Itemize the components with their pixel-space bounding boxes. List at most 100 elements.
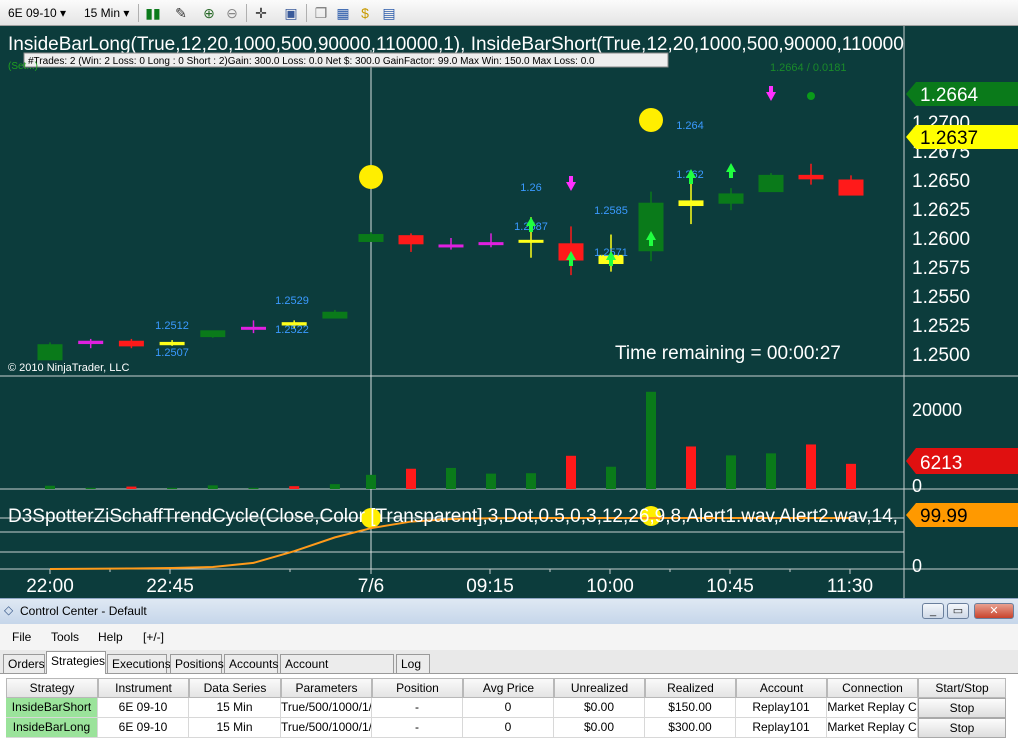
column-header-instrument[interactable]: Instrument [98, 678, 189, 698]
price-badge-last: 1.2637 [920, 128, 978, 149]
tab-executions[interactable]: Executions [107, 654, 171, 673]
volume-bar [606, 466, 616, 489]
time-tick-label: 7/6 [358, 576, 384, 597]
candle-body [118, 340, 144, 347]
menu-help[interactable]: Help [98, 630, 123, 644]
stop-button[interactable]: Stop [918, 698, 1006, 718]
column-header-parameters[interactable]: Parameters [281, 678, 372, 698]
table-cell: - [372, 718, 463, 738]
candle-body [478, 242, 504, 246]
volume-bar [248, 487, 259, 489]
price-tick-label: 1.2525 [912, 316, 970, 337]
strategies-icon[interactable]: $ [356, 4, 374, 22]
strategy-title: InsideBarLong(True,12,20,1000,500,90000,… [8, 34, 904, 55]
templates-icon[interactable]: ❐ [312, 4, 330, 22]
tab-log[interactable]: Log [396, 654, 430, 673]
bar-price-label: 1.2512 [155, 320, 189, 332]
time-tick-label: 22:00 [26, 576, 74, 597]
properties-icon[interactable]: ▣ [282, 4, 300, 22]
bar-price-label: 1.2507 [155, 347, 189, 359]
table-cell: $0.00 [554, 698, 645, 718]
price-chart[interactable]: 1.2700 1.2675 1.2650 1.2625 1.2600 1.2575 1.25… [0, 26, 1018, 598]
crosshair-readout: 1.2664 / 0.0181 [770, 62, 846, 74]
volume-bar [846, 463, 856, 489]
chart-canvas[interactable]: 1.27001.26751.26501.26251.26001.25751.25… [0, 26, 1018, 598]
tab-accounts[interactable]: Accounts [224, 654, 278, 673]
crosshair-icon[interactable]: ✛ [252, 4, 270, 22]
volume-bar [85, 487, 96, 489]
column-header-account[interactable]: Account [736, 678, 827, 698]
close-button[interactable]: ✕ [974, 603, 1014, 619]
time-tick-label: 09:15 [466, 576, 514, 597]
tab-account-performance[interactable]: Account Performance [280, 654, 394, 689]
bar-price-label: 1.2522 [275, 324, 309, 336]
stop-button[interactable]: Stop [918, 718, 1006, 738]
stats-text: #Trades: 2 (Win: 2 Loss: 0 Long : 0 Shor… [28, 56, 595, 67]
minimize-button[interactable]: _ [922, 603, 944, 619]
table-cell: - [372, 698, 463, 718]
price-tick-label: 1.2600 [912, 229, 970, 250]
volume-bar [366, 474, 376, 489]
price-tick-label: 1.2500 [912, 345, 970, 366]
candle-body [200, 330, 226, 338]
volume-bar [766, 453, 776, 489]
table-cell: 6E 09-10 [98, 718, 189, 738]
chart-toolbar: 6E 09-10 ▾ 15 Min ▾ ▮▮ ✎ ⊕ ⊖ ✛ ▣ ❐ ▦ $ ▤ [0, 0, 1018, 26]
tab-bar: Orders Strategies Executions Positions A… [0, 650, 1018, 689]
indicator-tick-label: 0 [912, 556, 922, 576]
volume-bar [806, 444, 816, 489]
down-arrow-icon [766, 86, 776, 101]
candle-body [758, 174, 784, 193]
volume-tick-label: 0 [912, 476, 922, 496]
price-tick-label: 1.2550 [912, 287, 970, 308]
volume-bar [566, 455, 576, 489]
table-cell: True/500/1000/1/ [281, 698, 372, 718]
candle-body [718, 193, 744, 204]
bar-type-icon[interactable]: ▮▮ [144, 4, 162, 22]
data-box-icon[interactable]: ▤ [380, 4, 398, 22]
column-header-unrealized[interactable]: Unrealized [554, 678, 645, 698]
column-header-data-series[interactable]: Data Series [189, 678, 281, 698]
tab-positions[interactable]: Positions [170, 654, 224, 673]
zoom-in-icon[interactable]: ⊕ [200, 4, 218, 22]
time-remaining-text: Time remaining = 00:00:27 [615, 343, 841, 364]
menu-tools[interactable]: Tools [51, 630, 79, 644]
tab-strategies[interactable]: Strategies [46, 651, 106, 674]
price-tick-label: 1.2575 [912, 258, 970, 279]
column-header-realized[interactable]: Realized [645, 678, 736, 698]
table-cell: Replay101 [736, 698, 827, 718]
candle-body [322, 311, 348, 319]
control-center-titlebar[interactable]: ◇ Control Center - Default _ ▭ ✕ [0, 598, 1018, 624]
volume-bar [526, 473, 536, 489]
signal-dot [359, 165, 383, 189]
app-icon: ◇ [4, 603, 14, 617]
candle-body [678, 200, 704, 207]
menu-file[interactable]: File [12, 630, 31, 644]
column-header-position[interactable]: Position [372, 678, 463, 698]
column-header-avg-price[interactable]: Avg Price [463, 678, 554, 698]
candle-body [241, 326, 266, 330]
volume-bar [45, 485, 55, 489]
table-cell: $150.00 [645, 698, 736, 718]
volume-bar [446, 467, 456, 489]
menu-bar: File Tools Help [+/-] [0, 624, 1018, 650]
timeframe-label: 15 Min [84, 6, 121, 20]
volume-badge: 6213 [920, 453, 962, 474]
volume-bar [646, 391, 656, 489]
column-header-strategy[interactable]: Strategy [6, 678, 98, 698]
tab-orders[interactable]: Orders [3, 654, 45, 673]
bar-price-label: 1.264 [676, 120, 704, 132]
zoom-out-icon[interactable]: ⊖ [223, 4, 241, 22]
time-tick-label: 10:45 [706, 576, 754, 597]
time-tick-label: 11:30 [827, 576, 873, 597]
draw-tool-icon[interactable]: ✎ [172, 4, 190, 22]
candle-body [438, 244, 464, 248]
maximize-button[interactable]: ▭ [947, 603, 969, 619]
timeframe-selector[interactable]: 15 Min ▾ [84, 4, 129, 22]
instrument-selector[interactable]: 6E 09-10 ▾ [8, 4, 66, 22]
menu-expand[interactable]: [+/-] [143, 630, 164, 644]
indicators-icon[interactable]: ▦ [334, 4, 352, 22]
column-header-connection[interactable]: Connection [827, 678, 918, 698]
candle-body [159, 341, 185, 346]
column-header-start-stop[interactable]: Start/Stop [918, 678, 1006, 698]
